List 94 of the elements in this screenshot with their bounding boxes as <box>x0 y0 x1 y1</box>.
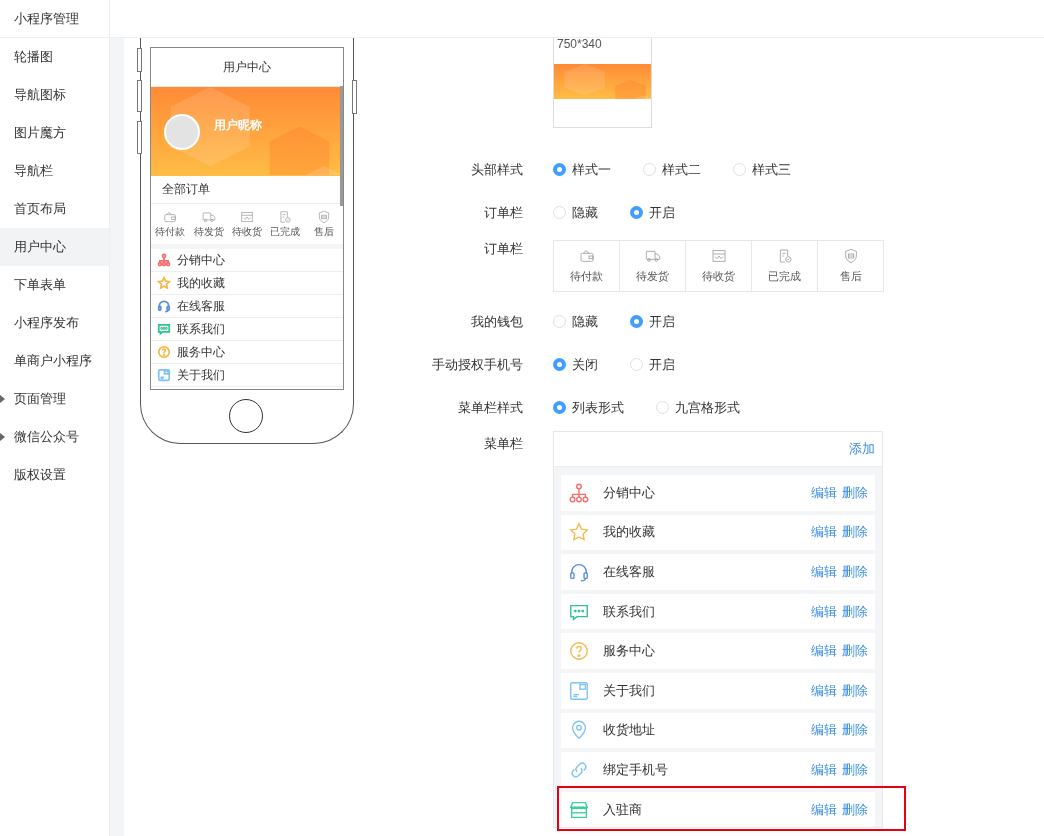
sidebar-item[interactable]: 首页布局 <box>0 190 109 228</box>
radio-option[interactable]: 隐藏 <box>553 203 598 222</box>
order-status-label: 售后 <box>313 224 334 239</box>
sidebar-item[interactable]: 页面管理 <box>0 380 109 418</box>
edit-link[interactable]: 编辑 <box>811 760 837 779</box>
field-label: 手动授权手机号 <box>431 355 523 374</box>
radio-option[interactable]: 开启 <box>630 312 675 331</box>
order-status-label: 待收货 <box>702 269 735 284</box>
order-status-label: 待发货 <box>636 269 669 284</box>
menu-item-label: 在线客服 <box>177 297 225 315</box>
sidebar-item[interactable]: 用户中心 <box>0 228 109 266</box>
order-status-label: 待发货 <box>193 224 224 239</box>
menu-item-label: 我的收藏 <box>603 523 656 542</box>
edit-link[interactable]: 编辑 <box>811 483 837 502</box>
field-label: 菜单栏 <box>483 435 523 453</box>
delete-link[interactable]: 删除 <box>842 523 868 542</box>
sidebar-item[interactable]: 图片魔方 <box>0 114 109 152</box>
edit-link[interactable]: 编辑 <box>811 642 837 661</box>
sidebar-item[interactable]: 轮播图 <box>0 38 109 76</box>
document-check-icon <box>278 209 293 224</box>
expand-triangle-icon <box>0 433 5 441</box>
app-title: 小程序管理 <box>0 0 110 38</box>
edit-link[interactable]: 编辑 <box>811 602 837 621</box>
radio-button[interactable] <box>553 358 566 371</box>
wallet-icon <box>163 209 178 224</box>
menu-item-label: 服务中心 <box>603 642 656 661</box>
order-status-label: 已完成 <box>768 269 801 284</box>
radio-option[interactable]: 九宫格形式 <box>656 398 740 417</box>
shield-icon <box>316 209 331 224</box>
image-size-label: 750*340 <box>556 38 603 53</box>
sidebar-item[interactable]: 单商户小程序 <box>0 342 109 380</box>
radio-button[interactable] <box>553 401 566 414</box>
delete-link[interactable]: 删除 <box>842 681 868 700</box>
radio-option[interactable]: 样式三 <box>733 160 791 179</box>
sidebar-item[interactable]: 导航栏 <box>0 152 109 190</box>
radio-option[interactable]: 列表形式 <box>553 398 624 417</box>
menu-item-label: 关于我们 <box>177 366 225 384</box>
menu-item-label: 收货地址 <box>603 721 656 740</box>
menu-item-label: 联系我们 <box>603 602 656 621</box>
sidebar-item[interactable]: 小程序发布 <box>0 304 109 342</box>
menu-item-label: 服务中心 <box>177 343 225 361</box>
edit-link[interactable]: 编辑 <box>811 800 837 819</box>
menu-item-label: 分销中心 <box>603 483 656 502</box>
edit-link[interactable]: 编辑 <box>811 721 837 740</box>
field-label: 菜单栏样式 <box>457 398 523 417</box>
order-status-label: 售后 <box>839 269 862 284</box>
radio-button[interactable] <box>630 315 643 328</box>
sidebar-item[interactable]: 导航图标 <box>0 76 109 114</box>
edit-link[interactable]: 编辑 <box>811 523 837 542</box>
order-status-label: 待付款 <box>155 224 186 239</box>
order-status-label: 已完成 <box>270 224 301 239</box>
delete-link[interactable]: 删除 <box>842 800 868 819</box>
truck-icon <box>201 209 216 224</box>
menu-item-label: 绑定手机号 <box>603 760 669 779</box>
menu-item-label: 我的收藏 <box>177 274 225 292</box>
avatar-placeholder <box>164 113 200 150</box>
truck-icon <box>644 248 661 264</box>
radio-option[interactable]: 开启 <box>630 355 675 374</box>
sidebar-item[interactable]: 下单表单 <box>0 266 109 304</box>
delete-link[interactable]: 删除 <box>842 721 868 740</box>
delete-link[interactable]: 删除 <box>842 483 868 502</box>
delete-link[interactable]: 删除 <box>842 602 868 621</box>
radio-button[interactable] <box>630 206 643 219</box>
sidebar-item[interactable]: 微信公众号 <box>0 418 109 456</box>
add-link[interactable]: 添加 <box>849 440 875 458</box>
package-icon <box>710 248 727 264</box>
field-label: 我的钱包 <box>470 312 523 331</box>
expand-triangle-icon <box>0 395 5 403</box>
radio-option[interactable]: 关闭 <box>553 355 598 374</box>
order-status-label: 待收货 <box>232 224 262 239</box>
delete-link[interactable]: 删除 <box>842 760 868 779</box>
package-icon <box>240 209 254 224</box>
field-label: 订单栏 <box>483 203 523 222</box>
radio-option[interactable]: 样式二 <box>643 160 701 179</box>
radio-option[interactable]: 隐藏 <box>553 312 598 331</box>
sidebar-item[interactable]: 版权设置 <box>0 456 109 494</box>
wallet-icon <box>578 248 595 264</box>
order-status-label: 待付款 <box>570 269 603 284</box>
delete-link[interactable]: 删除 <box>842 563 868 581</box>
user-nickname: 用户昵称 <box>214 117 262 134</box>
menu-item-label: 关于我们 <box>603 681 656 700</box>
menu-item-label: 联系我们 <box>177 320 225 338</box>
radio-option[interactable]: 样式一 <box>553 160 611 179</box>
edit-link[interactable]: 编辑 <box>811 563 837 581</box>
field-label: 订单栏 <box>483 240 523 258</box>
delete-link[interactable]: 删除 <box>842 642 868 661</box>
shield-icon <box>842 248 859 264</box>
radio-button[interactable] <box>553 163 566 176</box>
menu-item-label: 分销中心 <box>177 251 225 269</box>
edit-link[interactable]: 编辑 <box>811 681 837 700</box>
radio-option[interactable]: 开启 <box>630 203 675 222</box>
menu-item-label: 入驻商 <box>603 800 643 819</box>
menu-item-label: 在线客服 <box>603 563 656 581</box>
field-label: 头部样式 <box>470 160 523 179</box>
